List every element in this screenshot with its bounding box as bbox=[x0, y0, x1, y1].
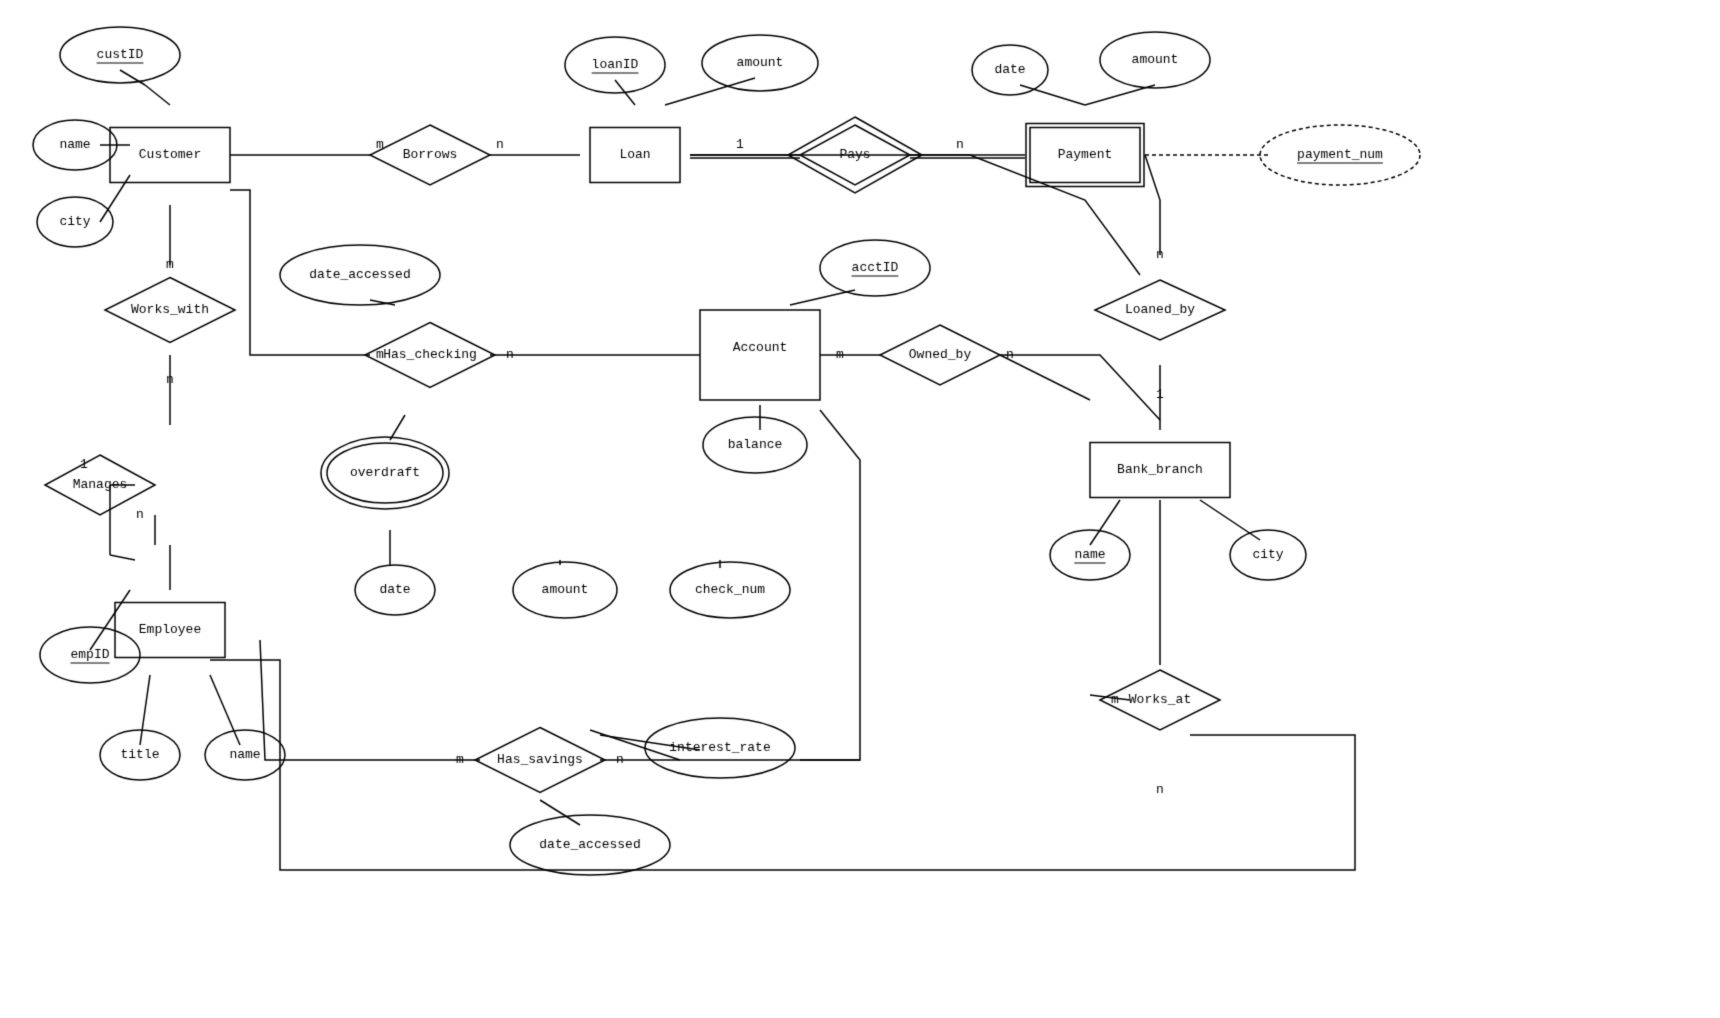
er-diagram-canvas bbox=[0, 0, 1720, 1018]
